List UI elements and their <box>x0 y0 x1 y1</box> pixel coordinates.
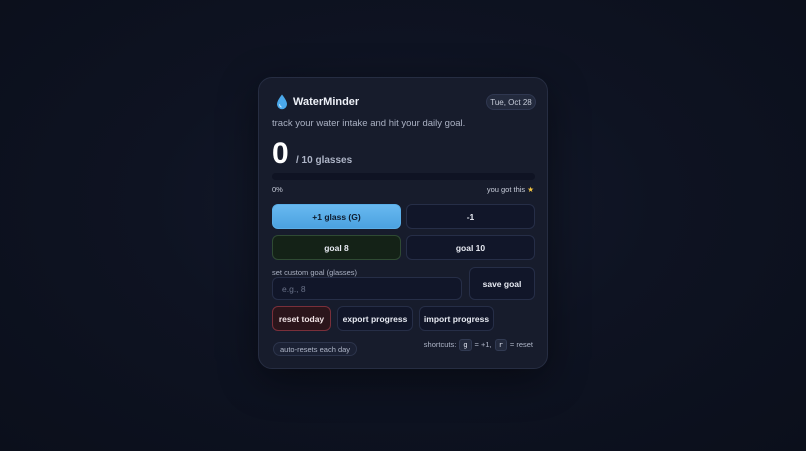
shortcut-g-desc: = +1, <box>474 340 492 349</box>
shortcut-r-desc: = reset <box>509 340 533 349</box>
export-progress-button[interactable]: export progress <box>337 306 413 331</box>
goal-10-button[interactable]: goal 10 <box>406 235 535 260</box>
shortcut-key-r: r <box>494 339 507 351</box>
water-tracker-card: WaterMinder Tue, Oct 28 track your water… <box>258 77 548 369</box>
shortcuts-hint: shortcuts: g = +1, r = reset <box>424 339 533 351</box>
save-goal-button[interactable]: save goal <box>469 267 535 300</box>
date-badge: Tue, Oct 28 <box>486 94 536 110</box>
shortcut-key-g: g <box>459 339 472 351</box>
star-icon: ★ <box>527 185 534 194</box>
custom-goal-input[interactable] <box>272 277 462 300</box>
glass-count: 0 <box>272 137 289 170</box>
progress-bar <box>272 173 535 180</box>
auto-reset-badge: auto-resets each day <box>273 342 358 356</box>
app-title: WaterMinder <box>293 96 360 108</box>
cheer-text: you got this <box>486 185 526 194</box>
app-subtitle: track your water intake and hit your dai… <box>272 118 466 129</box>
water-drop-icon <box>277 94 287 110</box>
goal-text: / 10 glasses <box>296 155 353 166</box>
goal-8-button[interactable]: goal 8 <box>272 235 401 260</box>
add-glass-button[interactable]: +1 glass (G) <box>272 204 401 229</box>
shortcuts-label: shortcuts: <box>423 340 457 349</box>
reset-today-button[interactable]: reset today <box>272 306 331 331</box>
cheer-message: you got this ★ <box>487 185 534 195</box>
remove-glass-button[interactable]: -1 <box>406 204 535 229</box>
import-progress-button[interactable]: import progress <box>419 306 494 331</box>
progress-percent: 0% <box>272 185 283 194</box>
